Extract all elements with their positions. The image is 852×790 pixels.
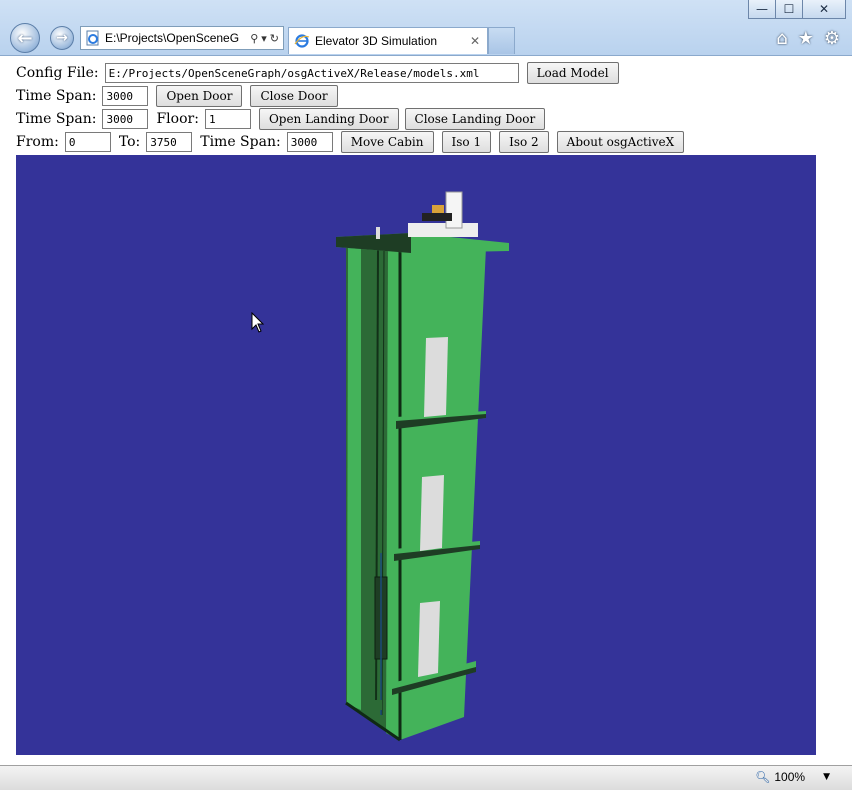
open-landing-door-button[interactable]: Open Landing Door <box>258 108 399 130</box>
forward-arrow-icon: → <box>56 30 68 46</box>
cabin-time-span-label: Time Span: <box>200 134 281 150</box>
shaft-left-wall <box>347 248 361 710</box>
zoom-magnifier-icon: 🔍︎ <box>755 770 771 784</box>
close-tab-icon[interactable]: ✕ <box>467 34 483 48</box>
config-row: Config File: Load Model <box>16 62 619 84</box>
zoom-control[interactable]: 🔍︎ 100% ▼ <box>755 770 830 784</box>
from-label: From: <box>16 134 59 150</box>
machine-gear <box>432 205 444 213</box>
landing-door-2 <box>420 475 444 551</box>
door-row: Time Span: Open Door Close Door <box>16 85 338 107</box>
landing-time-span-input[interactable] <box>102 109 149 129</box>
new-tab-button[interactable] <box>488 27 515 54</box>
config-file-input[interactable] <box>104 63 519 83</box>
landing-row: Time Span: Floor: Open Landing Door Clos… <box>16 108 546 130</box>
pit-buffer <box>366 700 382 710</box>
load-model-button[interactable]: Load Model <box>526 62 619 84</box>
status-bar: 🔍︎ 100% ▼ <box>0 765 852 790</box>
chevron-down-icon[interactable]: ▼ <box>823 772 830 782</box>
page-content: Config File: Load Model Time Span: Open … <box>0 57 852 765</box>
iso-2-button[interactable]: Iso 2 <box>499 131 549 153</box>
move-cabin-button[interactable]: Move Cabin <box>340 131 434 153</box>
door-time-span-input[interactable] <box>102 86 149 106</box>
maximize-button[interactable]: ☐ <box>775 0 803 19</box>
tab-elevator-simulation[interactable]: Elevator 3D Simulation ✕ <box>288 27 488 54</box>
to-input[interactable] <box>146 132 193 152</box>
landing-time-span-label: Time Span: <box>16 111 97 127</box>
back-arrow-icon: ← <box>17 27 33 49</box>
page-icon <box>86 30 99 46</box>
about-button[interactable]: About osgActiveX <box>556 131 685 153</box>
address-bar[interactable]: E:\Projects\OpenSceneG ⚲ ▾ ↻ <box>80 26 284 50</box>
machine-base <box>408 223 478 237</box>
from-input[interactable] <box>64 132 111 152</box>
3d-viewport[interactable] <box>16 155 816 755</box>
back-button[interactable]: ← <box>10 23 40 53</box>
window-controls: — ☐ ✕ <box>748 0 846 19</box>
address-text[interactable]: E:\Projects\OpenSceneG <box>105 31 250 45</box>
minimize-icon: — <box>756 2 768 16</box>
to-label: To: <box>118 134 141 150</box>
close-window-button[interactable]: ✕ <box>802 0 846 19</box>
ie-icon <box>294 34 310 48</box>
machine-motor <box>445 191 463 229</box>
gear-icon[interactable]: ⚙ <box>824 28 840 49</box>
door-time-span-label: Time Span: <box>16 88 97 104</box>
home-icon[interactable]: ⌂ <box>776 28 787 49</box>
zoom-level: 100% <box>774 770 806 784</box>
landing-door-3 <box>424 337 448 417</box>
shaft-front-strip <box>386 251 400 740</box>
forward-button[interactable]: → <box>50 26 74 50</box>
search-icon[interactable]: ⚲ <box>250 32 258 45</box>
tab-title: Elevator 3D Simulation <box>315 34 438 48</box>
mouse-cursor-icon <box>251 312 265 333</box>
dropdown-icon[interactable]: ▾ <box>261 32 267 45</box>
favorites-star-icon[interactable]: ★ <box>798 28 814 49</box>
maximize-icon: ☐ <box>783 2 795 16</box>
cabin-time-span-input[interactable] <box>286 132 333 152</box>
minimize-button[interactable]: — <box>748 0 776 19</box>
config-file-label: Config File: <box>16 65 99 81</box>
open-door-button[interactable]: Open Door <box>156 85 243 107</box>
floor-label: Floor: <box>156 111 199 127</box>
cabin-row: From: To: Time Span: Move Cabin Iso 1 Is… <box>16 131 685 153</box>
toolbar-right: ⌂ ★ ⚙ <box>776 28 840 49</box>
browser-chrome: — ☐ ✕ ← → E:\Projects\OpenSceneG ⚲ ▾ ↻ E… <box>0 0 852 56</box>
close-landing-door-button[interactable]: Close Landing Door <box>404 108 546 130</box>
landing-door-1 <box>418 601 440 677</box>
close-door-button[interactable]: Close Door <box>250 85 338 107</box>
machine-rod <box>376 227 380 239</box>
refresh-icon[interactable]: ↻ <box>270 32 279 45</box>
floor-input[interactable] <box>204 109 251 129</box>
elevator-model <box>336 191 509 742</box>
iso-1-button[interactable]: Iso 1 <box>441 131 492 153</box>
machine-drive <box>422 213 452 221</box>
close-icon: ✕ <box>818 2 830 16</box>
